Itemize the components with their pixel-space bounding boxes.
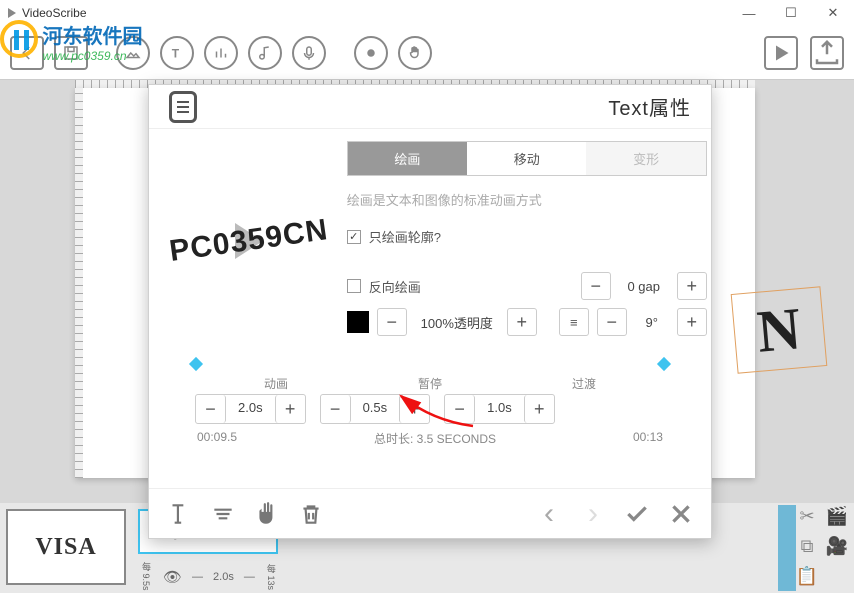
time-total: 总时长: 3.5 SECONDS [374, 430, 496, 447]
preview-text: PC0359CN [167, 213, 330, 269]
export-button[interactable] [810, 36, 844, 70]
pause-label: 暂停 [418, 375, 442, 392]
opacity-minus[interactable]: − [377, 308, 407, 336]
rotate-plus[interactable]: + [677, 308, 707, 336]
trans-plus[interactable]: + [524, 395, 554, 423]
next-icon[interactable]: › [579, 500, 607, 528]
camera-icon[interactable]: 🎬 [824, 503, 850, 529]
reverse-checkbox[interactable] [347, 279, 361, 293]
canvas-selected-element[interactable]: N [731, 286, 828, 374]
app-icon [8, 8, 16, 18]
edit-text-icon[interactable] [165, 500, 193, 528]
tab-draw[interactable]: 绘画 [348, 142, 467, 175]
rotate-value: 9° [635, 315, 669, 330]
timeline-tools: ✂ 🎬 ⧉ 🎥 📋 [794, 503, 850, 589]
color-swatch[interactable] [347, 311, 369, 333]
image-icon[interactable] [116, 36, 150, 70]
trans-label: 过渡 [572, 375, 596, 392]
gap-plus[interactable]: + [677, 272, 707, 300]
opacity-plus[interactable]: + [507, 308, 537, 336]
opacity-value: 100%透明度 [415, 313, 499, 332]
delete-icon[interactable] [297, 500, 325, 528]
anim-value: 2.0s [226, 395, 275, 423]
time-end: 00:13 [633, 430, 663, 447]
timeline-start-handle[interactable] [189, 357, 203, 371]
music-icon[interactable] [248, 36, 282, 70]
save-icon[interactable] [54, 36, 88, 70]
visibility-icon[interactable]: 👁 [163, 568, 182, 586]
timeline-card-1[interactable]: VISA [6, 509, 126, 585]
camera2-icon[interactable]: 🎥 [824, 533, 850, 559]
gap-dash2: — [244, 571, 255, 583]
trans-value: 1.0s [475, 395, 524, 423]
gap-value: 0 gap [619, 279, 669, 294]
copy-icon[interactable]: ⧉ [794, 533, 820, 559]
confirm-icon[interactable] [623, 500, 651, 528]
preview-button[interactable] [764, 36, 798, 70]
hand-mode-icon[interactable] [253, 500, 281, 528]
record-icon[interactable] [354, 36, 388, 70]
main-toolbar: T [0, 26, 854, 80]
gap-minus[interactable]: − [581, 272, 611, 300]
cancel-icon[interactable] [667, 500, 695, 528]
prev-icon[interactable]: ‹ [535, 500, 563, 528]
cut-icon[interactable]: ✂ [794, 503, 820, 529]
menu-icon[interactable] [169, 91, 197, 123]
chart-icon[interactable] [204, 36, 238, 70]
reverse-label: 反向绘画 [369, 277, 573, 296]
tab-morph: 变形 [586, 142, 705, 175]
outline-checkbox[interactable]: ✓ [347, 230, 361, 244]
maximize-button[interactable]: ☐ [770, 0, 812, 26]
timeline-end-handle[interactable] [657, 357, 671, 371]
gap-dash: — [192, 571, 203, 583]
text-properties-dialog: Text属性 PC0359CN 绘画 移动 变形 绘画是文本和图像的标准动画方式… [148, 84, 712, 539]
window-title: VideoScribe [22, 6, 87, 20]
close-button[interactable]: ✕ [812, 0, 854, 26]
anim-minus[interactable]: − [196, 395, 226, 423]
pause-value: 0.5s [351, 395, 400, 423]
filter-icon[interactable] [209, 500, 237, 528]
trans-minus[interactable]: − [445, 395, 475, 423]
minimize-button[interactable]: — [728, 0, 770, 26]
align-button[interactable]: ≡ [559, 308, 589, 336]
tab-move[interactable]: 移动 [467, 142, 586, 175]
back-icon[interactable] [10, 36, 44, 70]
dialog-title: Text属性 [197, 92, 691, 121]
hand-icon[interactable] [398, 36, 432, 70]
ruler-vertical [75, 88, 83, 478]
dialog-footer: ‹ › [149, 488, 711, 538]
anim-label: 动画 [264, 375, 288, 392]
pause-plus[interactable]: + [399, 395, 429, 423]
time-start: 00:09.5 [197, 430, 237, 447]
tab-hint: 绘画是文本和图像的标准动画方式 [347, 176, 707, 223]
preview-pane[interactable]: PC0359CN [169, 141, 329, 341]
anim-plus[interactable]: + [275, 395, 305, 423]
animation-tabs: 绘画 移动 变形 [347, 141, 707, 176]
outline-label: 只绘画轮廓? [369, 227, 441, 246]
mic-icon[interactable] [292, 36, 326, 70]
svg-text:T: T [172, 46, 180, 60]
clipboard-icon[interactable]: 📋 [794, 563, 820, 589]
text-icon[interactable]: T [160, 36, 194, 70]
timing-section: 动画 暂停 过渡 − 2.0s + − 0.5s + − 1.0s + [149, 341, 711, 455]
pause-minus[interactable]: − [321, 395, 351, 423]
window-titlebar: VideoScribe — ☐ ✕ [0, 0, 854, 26]
rotate-minus[interactable]: − [597, 308, 627, 336]
